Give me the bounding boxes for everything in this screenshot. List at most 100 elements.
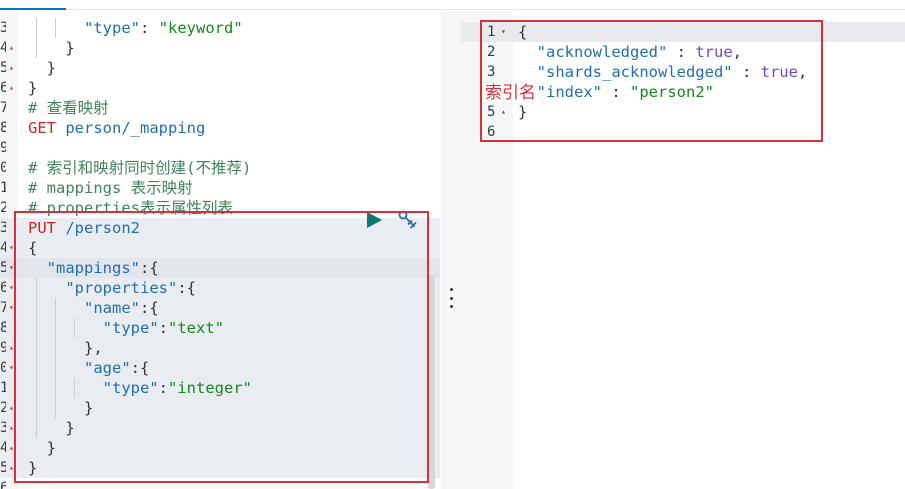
request-editor-scrollbar[interactable] <box>428 275 435 489</box>
editor-line[interactable]: 5 ▾ "mappings":{ <box>0 258 440 278</box>
fold-open-icon[interactable]: ▾ <box>9 238 14 258</box>
fold-open-icon[interactable]: ▾ <box>9 298 14 318</box>
code-token: "type" <box>102 379 159 397</box>
code-token: # 索引和映射同时创建(不推荐) <box>28 159 252 177</box>
line-number: 7 <box>0 100 6 116</box>
code-text: } <box>518 102 527 122</box>
editor-line[interactable]: 5 ▴ } <box>0 58 440 78</box>
request-editor[interactable]: 3 "type": "keyword" 4 ▴ } 5 ▴ } 6 ▴} 7 # 查看映射 8 GE… <box>0 11 440 489</box>
code-text: "mappings":{ <box>28 258 159 278</box>
editor-line[interactable]: 1 "type":"integer" <box>0 378 440 398</box>
response-line: 3 "shards_acknowledged" : true, <box>461 62 905 82</box>
splitter-drag-handle-icon[interactable] <box>446 288 456 308</box>
code-text: } <box>28 418 75 438</box>
response-line: 6 <box>461 122 905 142</box>
run-request-button[interactable] <box>364 210 384 230</box>
editor-line[interactable]: 6 ▾ "properties":{ <box>0 278 440 298</box>
editor-line[interactable]: 8 GET person/_mapping <box>0 118 440 138</box>
request-settings-button[interactable] <box>396 209 418 231</box>
code-text: # 查看映射 <box>28 98 109 118</box>
code-token: "text" <box>168 319 224 337</box>
line-number: 6 <box>487 124 496 140</box>
line-number: 4 <box>0 40 6 56</box>
fold-open-icon[interactable]: ▾ <box>9 358 14 378</box>
fold-open-icon[interactable]: ▾ <box>501 22 506 42</box>
line-number: 5 <box>0 60 6 76</box>
code-text: } <box>28 58 56 78</box>
fold-close-icon[interactable]: ▴ <box>9 418 14 438</box>
editor-line[interactable]: 0 ▾ "age":{ <box>0 358 440 378</box>
editor-line[interactable]: 3 ▴ } <box>0 418 440 438</box>
fold-close-icon[interactable]: ▴ <box>9 398 14 418</box>
editor-line[interactable]: 1 # mappings 表示映射 <box>0 178 440 198</box>
line-number: 8 <box>0 320 6 336</box>
code-token: /person2 <box>56 219 140 237</box>
code-token: } <box>28 39 75 57</box>
code-token: "mappings" <box>46 259 140 277</box>
editor-line[interactable]: 9 <box>0 138 440 158</box>
fold-close-icon[interactable]: ▴ <box>9 438 14 458</box>
fold-open-icon[interactable]: ▾ <box>9 278 14 298</box>
code-text: } <box>28 438 56 458</box>
line-number: 1 <box>0 380 6 396</box>
editor-line[interactable]: 6 ▴} <box>0 78 440 98</box>
code-text: # mappings 表示映射 <box>28 178 193 198</box>
editor-line[interactable]: 9 ▴ }, <box>0 338 440 358</box>
response-line: 2 "acknowledged" : true, <box>461 42 905 62</box>
code-token: : <box>667 43 696 61</box>
code-text: "type": "keyword" <box>28 18 243 38</box>
index-name-annotation: 索引名 <box>485 83 537 103</box>
line-number: 8 <box>0 120 6 136</box>
fold-close-icon[interactable]: ▴ <box>501 102 506 122</box>
fold-close-icon[interactable]: ▴ <box>9 58 14 78</box>
fold-close-icon[interactable]: ▴ <box>9 338 14 358</box>
line-number: 0 <box>0 360 6 376</box>
editor-line[interactable]: 5 ▴} <box>0 458 440 478</box>
line-number: 3 <box>0 220 6 236</box>
code-text: { <box>28 238 37 258</box>
code-token: "type" <box>102 319 159 337</box>
editor-line[interactable]: 6 <box>0 478 440 489</box>
code-token: person/_mapping <box>56 119 206 137</box>
editor-line[interactable]: 4 ▴ } <box>0 38 440 58</box>
code-token: : <box>732 63 761 81</box>
code-token: :{ <box>140 299 159 317</box>
line-number: 3 <box>487 64 496 80</box>
fold-close-icon[interactable]: ▴ <box>9 458 14 478</box>
line-number: 9 <box>0 140 6 156</box>
editor-line[interactable]: 2 ▴ } <box>0 398 440 418</box>
code-text: PUT /person2 <box>28 218 140 238</box>
editor-line[interactable]: 4 ▾ { <box>0 238 440 258</box>
fold-close-icon[interactable]: ▴ <box>9 78 14 98</box>
code-text: } <box>28 398 93 418</box>
pane-splitter[interactable] <box>441 11 461 489</box>
code-token: } <box>28 419 75 437</box>
code-token: # mappings 表示映射 <box>28 179 193 197</box>
fold-close-icon[interactable]: ▴ <box>9 38 14 58</box>
editor-line[interactable]: 0 # 索引和映射同时创建(不推荐) <box>0 158 440 178</box>
code-token: } <box>28 459 38 477</box>
code-text: } <box>28 38 75 58</box>
editor-line[interactable]: 7 # 查看映射 <box>0 98 440 118</box>
editor-line[interactable]: 7 ▾ "name":{ <box>0 298 440 318</box>
editor-line[interactable]: 8 "type":"text" <box>0 318 440 338</box>
fold-open-icon[interactable]: ▾ <box>9 258 14 278</box>
code-text: } <box>28 458 37 478</box>
editor-line[interactable]: 4 ▴ } <box>0 438 440 458</box>
code-token: : <box>158 319 168 337</box>
code-token: : <box>602 83 630 101</box>
line-number: 4 <box>0 240 6 256</box>
line-number: 2 <box>0 200 6 216</box>
code-token: } <box>28 79 38 97</box>
code-text: }, <box>28 338 103 358</box>
line-number: 5 <box>0 460 6 476</box>
editor-line[interactable]: 3 "type": "keyword" <box>0 18 440 38</box>
console-tab-active[interactable] <box>0 0 66 10</box>
code-token: } <box>28 399 94 417</box>
